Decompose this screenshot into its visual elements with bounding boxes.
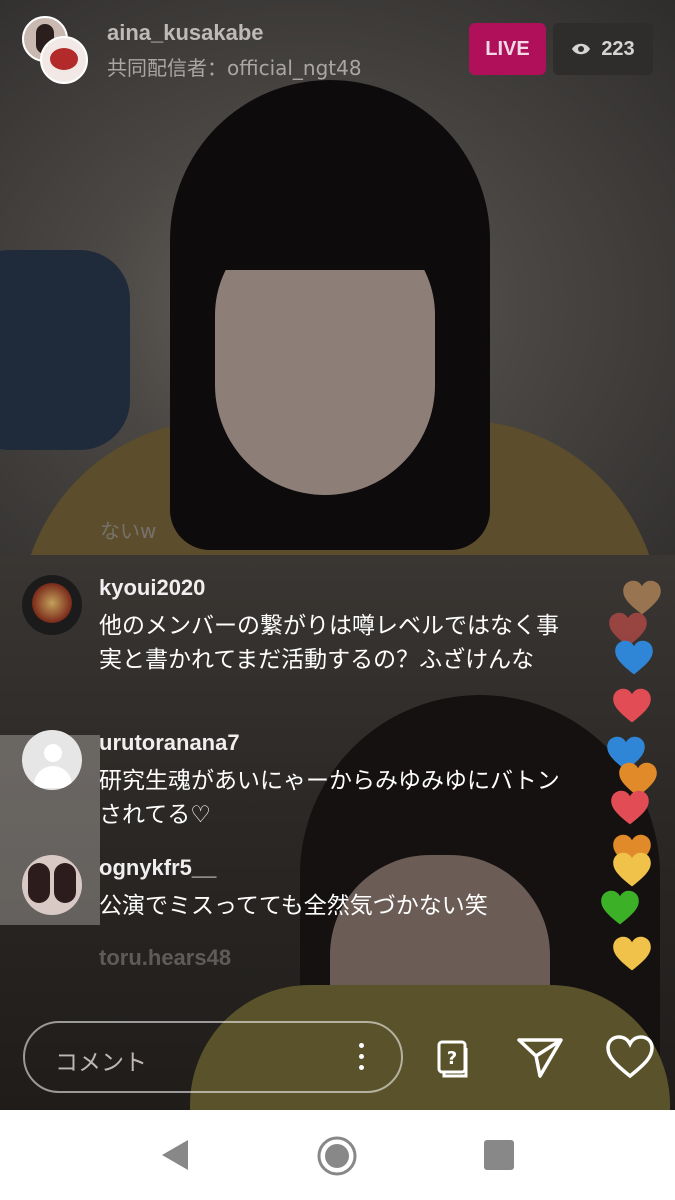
heart-icon [613, 688, 651, 723]
comment-text: 研究生魂があいにゃーからみゆみゆにバトンされてる♡ [99, 768, 560, 828]
comment-avatar[interactable] [22, 575, 82, 635]
comment-input[interactable]: コメント [23, 1021, 403, 1093]
svg-text:?: ? [447, 1048, 457, 1069]
paper-plane-icon[interactable] [516, 1034, 564, 1080]
more-vertical-icon[interactable] [359, 1043, 365, 1073]
android-navigation-bar [0, 1110, 675, 1200]
heart-outline-icon[interactable] [605, 1034, 655, 1080]
comment-avatar[interactable] [22, 855, 82, 915]
nav-recent-icon[interactable] [484, 1140, 514, 1170]
comment-placeholder: コメント [55, 1050, 147, 1076]
heart-icon [615, 640, 653, 675]
cohost-avatar[interactable] [40, 36, 88, 84]
heart-icon [613, 936, 651, 971]
heart-icon [623, 580, 661, 615]
heart-icon [601, 890, 639, 925]
comment-text: 他のメンバーの繋がりは噂レベルではなく事実と書かれてまだ活動するの？ふざけんな [99, 613, 559, 673]
comment-username[interactable]: toru.hears48 [99, 945, 231, 971]
faded-comment: ないw [100, 519, 157, 543]
comment-username[interactable]: ognykfr5__ [99, 855, 216, 881]
nav-home-icon[interactable] [316, 1135, 358, 1177]
host-username[interactable]: aina_kusakabe [107, 20, 264, 46]
heart-icon [613, 852, 651, 887]
host-video [0, 0, 675, 555]
viewer-count: 223 [601, 37, 635, 60]
viewer-count-badge[interactable]: 223 [553, 23, 653, 75]
live-badge: LIVE [469, 23, 546, 75]
pillow [0, 250, 130, 450]
heart-icon [611, 790, 649, 825]
comment-text: 公演でミスってても全然気づかない笑 [99, 893, 488, 919]
comment-username[interactable]: urutoranana7 [99, 730, 240, 756]
eye-icon [572, 43, 591, 55]
nav-back-icon[interactable] [160, 1138, 190, 1172]
comment-avatar[interactable] [22, 730, 82, 790]
question-box-icon[interactable]: ? [428, 1034, 474, 1080]
cohost-label: 共同配信者：official_ngt48 [107, 56, 362, 80]
comment-username[interactable]: kyoui2020 [99, 575, 205, 601]
